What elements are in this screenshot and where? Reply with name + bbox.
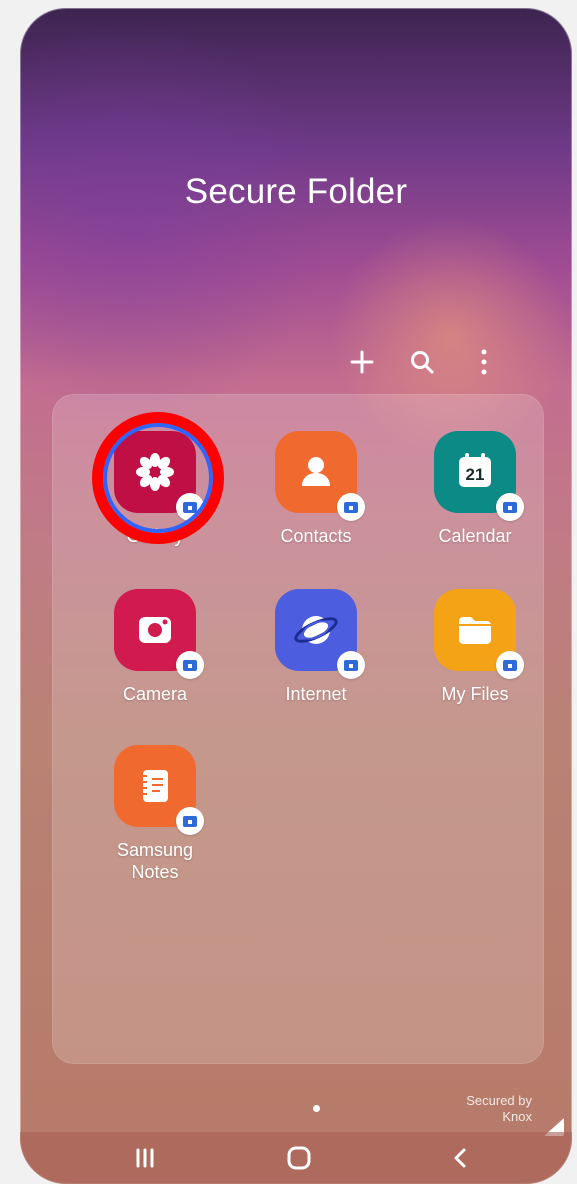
folder-badge-icon [344,502,358,513]
calendar-date: 21 [466,465,485,484]
secure-folder-badge [337,651,365,679]
secure-folder-badge [176,807,204,835]
add-button[interactable] [342,342,382,382]
app-label: Calendar [438,526,512,546]
search-button[interactable] [402,342,442,382]
app-gallery[interactable]: Gallery [80,431,230,547]
app-label: My Files [441,684,509,704]
app-camera[interactable]: Camera [80,589,230,705]
app-label: Samsung Notes [116,840,194,882]
app-label: Camera [122,684,188,704]
internet-icon [294,616,338,644]
folder-badge-icon [183,502,197,513]
more-options-button[interactable] [464,342,504,382]
navigation-bar [20,1132,572,1184]
contacts-app-icon [275,431,365,521]
secure-folder-badge [496,651,524,679]
page-indicator [313,1105,320,1112]
folder-icon [459,617,491,644]
camera-app-icon [114,589,204,679]
plus-icon [350,350,374,374]
folder-badge-icon [503,502,517,513]
app-label: Internet [285,684,347,704]
notes-icon [143,770,168,802]
secure-folder-screen: Secure Folder Gallery Contacts 21 Calend… [20,8,572,1184]
home-icon [287,1146,311,1170]
toolbar [342,342,512,382]
recent-apps-button[interactable] [125,1138,165,1178]
page-title: Secure Folder [184,172,408,211]
secure-folder-badge [176,493,204,521]
gallery-app-icon [114,431,204,521]
calendar-icon: 21 [459,453,491,487]
app-label: Contacts [280,526,352,546]
folder-badge-icon [183,660,197,671]
folder-badge-icon [183,816,197,827]
home-button[interactable] [279,1138,319,1178]
search-icon [411,351,434,374]
gallery-icon [136,453,174,491]
folder-badge-icon [344,660,358,671]
app-my-files[interactable]: My Files [400,589,550,705]
secured-by-knox: Secured by Knox [466,1093,532,1125]
folder-badge-icon [503,660,517,671]
app-label: Gallery [126,526,184,546]
back-icon [454,1148,466,1168]
my-files-app-icon [434,589,524,679]
back-button[interactable] [441,1138,481,1178]
secure-folder-badge [337,493,365,521]
contacts-icon [302,457,330,486]
app-internet[interactable]: Internet [241,589,391,705]
more-vertical-icon [481,349,487,375]
camera-icon [139,617,171,643]
secure-folder-badge [176,651,204,679]
secured-by-text: Secured by [466,1093,532,1108]
samsung-notes-app-icon [114,745,204,835]
app-contacts[interactable]: Contacts [241,431,391,547]
calendar-app-icon: 21 [434,431,524,521]
app-calendar[interactable]: 21 Calendar [400,431,550,547]
recent-apps-icon [136,1148,154,1168]
internet-app-icon [275,589,365,679]
app-samsung-notes[interactable]: Samsung Notes [80,745,230,883]
secure-folder-badge [496,493,524,521]
knox-text: Knox [502,1109,532,1124]
